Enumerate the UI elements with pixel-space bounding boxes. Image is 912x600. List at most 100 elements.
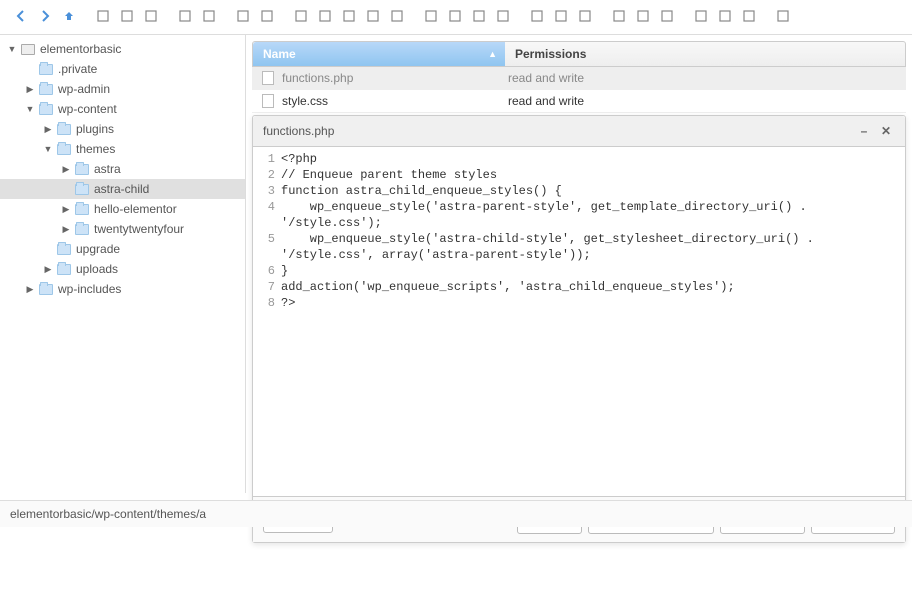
- tree-item-upgrade[interactable]: upgrade: [0, 239, 245, 259]
- code-line: <?php: [281, 151, 905, 167]
- extract-icon: [660, 9, 674, 26]
- invert-button[interactable]: [492, 6, 514, 28]
- line-gutter: 12345678: [253, 151, 281, 492]
- compress-button[interactable]: [690, 6, 712, 28]
- grid-button[interactable]: [550, 6, 572, 28]
- rename-icon: [390, 9, 404, 26]
- code-line: function astra_child_enqueue_styles() {: [281, 183, 905, 199]
- line-number: 3: [253, 183, 275, 199]
- delete-button[interactable]: [362, 6, 384, 28]
- forward-button[interactable]: [34, 6, 56, 28]
- tree-label: uploads: [76, 262, 118, 276]
- extract-button[interactable]: [656, 6, 678, 28]
- tree-toggle-icon: [24, 63, 36, 75]
- column-header-permissions[interactable]: Permissions: [505, 42, 905, 66]
- tree-item-twentytwentyfour[interactable]: ▶ twentytwentyfour: [0, 219, 245, 239]
- minimize-icon[interactable]: –: [855, 122, 873, 140]
- tree-toggle-icon[interactable]: ▶: [42, 263, 54, 275]
- line-number: 6: [253, 263, 275, 279]
- new-folder-button[interactable]: [116, 6, 138, 28]
- tree-toggle-icon[interactable]: ▶: [60, 223, 72, 235]
- rename-button[interactable]: [386, 6, 408, 28]
- line-number: 5: [253, 231, 275, 247]
- editor-body[interactable]: 12345678 <?php// Enqueue parent theme st…: [253, 147, 905, 496]
- tree-toggle-icon[interactable]: ▼: [24, 103, 36, 115]
- new-file-icon: [96, 9, 110, 26]
- file-row[interactable]: functions.phpread and write: [252, 67, 906, 90]
- code-line: '/style.css');: [281, 215, 905, 231]
- path-bar: elementorbasic/wp-content/themes/a: [0, 500, 912, 527]
- save-button[interactable]: [198, 6, 220, 28]
- deselect-button[interactable]: [468, 6, 490, 28]
- tree-item-elementorbasic[interactable]: ▼elementorbasic: [0, 39, 245, 59]
- folder-icon: [56, 142, 72, 156]
- up-button[interactable]: [58, 6, 80, 28]
- grid-small-button[interactable]: [574, 6, 596, 28]
- line-number: [253, 215, 275, 231]
- file-name: style.css: [278, 94, 508, 108]
- close-icon[interactable]: ✕: [877, 122, 895, 140]
- tree-item-themes[interactable]: ▼themes: [0, 139, 245, 159]
- file-perms: read and write: [508, 94, 900, 108]
- editor-panel: functions.php – ✕ 12345678 <?php// Enque…: [252, 115, 906, 543]
- code-area[interactable]: <?php// Enqueue parent theme stylesfunct…: [281, 151, 905, 492]
- tree-item-wp-admin[interactable]: ▶wp-admin: [0, 79, 245, 99]
- tree-toggle-icon[interactable]: ▶: [60, 203, 72, 215]
- tree-toggle-icon[interactable]: ▶: [24, 83, 36, 95]
- grid-icon: [554, 9, 568, 26]
- undo-icon: [236, 9, 250, 26]
- find-button[interactable]: [420, 6, 442, 28]
- folder-icon: [38, 62, 54, 76]
- preview-button[interactable]: [608, 6, 630, 28]
- tree-item-wp-includes[interactable]: ▶wp-includes: [0, 279, 245, 299]
- redo-button[interactable]: [256, 6, 278, 28]
- grid-blue-button[interactable]: [526, 6, 548, 28]
- tree-toggle-icon[interactable]: ▶: [42, 123, 54, 135]
- tree-toggle-icon[interactable]: ▶: [24, 283, 36, 295]
- tree-label: plugins: [76, 122, 114, 136]
- code-line: ?>: [281, 295, 905, 311]
- tree-item-astra-child[interactable]: astra-child: [0, 179, 245, 199]
- fullscreen-button[interactable]: [772, 6, 794, 28]
- tree-item-astra[interactable]: ▶astra: [0, 159, 245, 179]
- cut-button[interactable]: [314, 6, 336, 28]
- folder-icon: [74, 162, 90, 176]
- tree-item-hello-elementor[interactable]: ▶hello-elementor: [0, 199, 245, 219]
- select-all-icon: [448, 9, 462, 26]
- new-file-button[interactable]: [92, 6, 114, 28]
- file-table-header: Name▲ Permissions: [252, 41, 906, 67]
- find-icon: [424, 9, 438, 26]
- info-button[interactable]: [632, 6, 654, 28]
- tree-toggle-icon[interactable]: ▶: [60, 163, 72, 175]
- file-row[interactable]: style.cssread and write: [252, 90, 906, 113]
- tree-item-wp-content[interactable]: ▼wp-content: [0, 99, 245, 119]
- back-button[interactable]: [10, 6, 32, 28]
- undo-button[interactable]: [232, 6, 254, 28]
- perms-button[interactable]: [714, 6, 736, 28]
- column-header-name[interactable]: Name▲: [253, 42, 505, 66]
- tree-toggle-icon: [42, 243, 54, 255]
- tree-item-plugins[interactable]: ▶ plugins: [0, 119, 245, 139]
- file-perms: read and write: [508, 71, 900, 85]
- tree-toggle-icon[interactable]: ▼: [6, 43, 18, 55]
- tree-item-uploads[interactable]: ▶ uploads: [0, 259, 245, 279]
- tree-item-private[interactable]: .private: [0, 59, 245, 79]
- line-number: [253, 247, 275, 263]
- disk-icon: [20, 42, 36, 56]
- copy-button[interactable]: [174, 6, 196, 28]
- line-number: 4: [253, 199, 275, 215]
- tree-label: twentytwentyfour: [94, 222, 184, 236]
- tree-toggle-icon: [60, 183, 72, 195]
- editor-titlebar: functions.php – ✕: [253, 116, 905, 147]
- tree-label: .private: [58, 62, 97, 76]
- copy2-button[interactable]: [338, 6, 360, 28]
- cut-icon: [318, 9, 332, 26]
- code-line: add_action('wp_enqueue_scripts', 'astra_…: [281, 279, 905, 295]
- download-button[interactable]: [290, 6, 312, 28]
- terminal-button[interactable]: [738, 6, 760, 28]
- select-all-button[interactable]: [444, 6, 466, 28]
- tree-toggle-icon[interactable]: ▼: [42, 143, 54, 155]
- back-icon: [14, 9, 28, 26]
- upload-button[interactable]: [140, 6, 162, 28]
- download-icon: [294, 9, 308, 26]
